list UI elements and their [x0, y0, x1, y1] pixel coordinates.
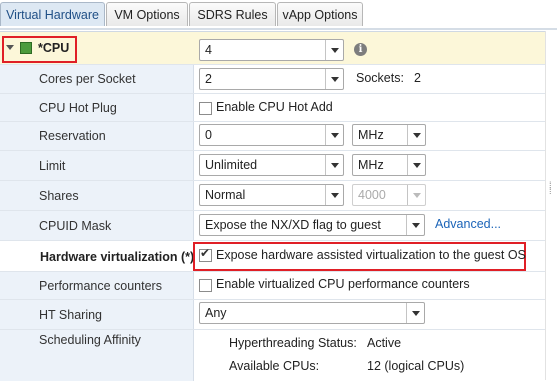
chevron-down-icon	[325, 125, 343, 145]
tab-bar: Virtual Hardware VM Options SDRS Rules v…	[0, 0, 557, 31]
cpu-count-value: 4	[205, 43, 212, 57]
splitter-grip-icon: ⁞ ⁞	[549, 180, 552, 196]
cpuid-mask-select[interactable]: Expose the NX/XD flag to guest	[199, 214, 425, 236]
cpu-highlight-box	[2, 36, 77, 63]
reservation-unit-value: MHz	[358, 128, 384, 142]
cpu-hot-add-checkbox[interactable]	[199, 102, 212, 115]
expose-hv-checkbox[interactable]	[199, 246, 212, 262]
chevron-down-icon	[407, 155, 425, 175]
chevron-down-icon	[325, 40, 343, 60]
settings-grid: *CPU 4 i Cores per Socket 2 Sockets: 2 C…	[0, 31, 545, 381]
scheduling-affinity-label: Scheduling Affinity	[39, 333, 141, 347]
reservation-input[interactable]: 0	[199, 124, 344, 146]
limit-unit-select[interactable]: MHz	[352, 154, 426, 176]
tab-sdrs-rules[interactable]: SDRS Rules	[189, 2, 276, 26]
sockets-value: 2	[414, 71, 421, 85]
chevron-down-icon	[407, 185, 425, 205]
perf-counters-checkbox-label: Enable virtualized CPU performance count…	[216, 277, 470, 291]
reservation-value: 0	[205, 128, 212, 142]
cpuid-mask-label: CPUID Mask	[39, 219, 112, 233]
info-icon[interactable]: i	[354, 43, 367, 56]
shares-amount-value: 4000	[358, 188, 386, 202]
tab-vm-options[interactable]: VM Options	[106, 2, 188, 26]
reservation-unit-select[interactable]: MHz	[352, 124, 426, 146]
hyperthreading-status-value: Active	[367, 336, 402, 350]
chevron-down-icon	[406, 215, 424, 235]
cores-per-socket-label: Cores per Socket	[39, 72, 136, 86]
hardware-virtualization-label: Hardware virtualization (*)	[40, 250, 195, 264]
perf-counters-checkbox[interactable]	[199, 279, 212, 292]
chevron-down-icon	[407, 125, 425, 145]
chevron-down-icon	[406, 303, 424, 323]
shares-value: Normal	[205, 188, 246, 202]
cpuid-mask-value: Expose the NX/XD flag to guest	[205, 218, 381, 232]
tab-vapp-options[interactable]: vApp Options	[277, 2, 363, 26]
limit-value: Unlimited	[205, 158, 258, 172]
ht-sharing-label: HT Sharing	[39, 308, 102, 322]
chevron-down-icon	[325, 185, 343, 205]
tab-underline	[0, 28, 557, 30]
shares-select[interactable]: Normal	[199, 184, 344, 206]
sockets-label: Sockets:	[356, 71, 404, 85]
limit-input[interactable]: Unlimited	[199, 154, 344, 176]
ht-sharing-select[interactable]: Any	[199, 302, 425, 324]
expose-hv-label: Expose hardware assisted virtualization …	[216, 248, 526, 262]
chevron-down-icon	[325, 69, 343, 89]
chevron-down-icon	[325, 155, 343, 175]
tab-virtual-hardware[interactable]: Virtual Hardware	[0, 2, 105, 26]
limit-unit-value: MHz	[358, 158, 384, 172]
hyperthreading-status-label: Hyperthreading Status:	[229, 336, 357, 350]
available-cpus-value: 12 (logical CPUs)	[367, 359, 465, 373]
performance-counters-label: Performance counters	[39, 279, 162, 293]
available-cpus-label: Available CPUs:	[229, 359, 320, 373]
cores-per-socket-select[interactable]: 2	[199, 68, 344, 90]
shares-amount-input: 4000	[352, 184, 426, 206]
limit-label: Limit	[39, 159, 66, 173]
cpu-hot-plug-label: CPU Hot Plug	[39, 101, 117, 115]
advanced-link[interactable]: Advanced...	[435, 217, 501, 231]
cpu-count-select[interactable]: 4	[199, 39, 344, 61]
ht-sharing-value: Any	[205, 306, 227, 320]
shares-label: Shares	[39, 189, 79, 203]
reservation-label: Reservation	[39, 129, 106, 143]
right-splitter[interactable]	[545, 31, 557, 380]
cpu-hot-add-label: Enable CPU Hot Add	[216, 100, 333, 114]
cores-per-socket-value: 2	[205, 72, 212, 86]
